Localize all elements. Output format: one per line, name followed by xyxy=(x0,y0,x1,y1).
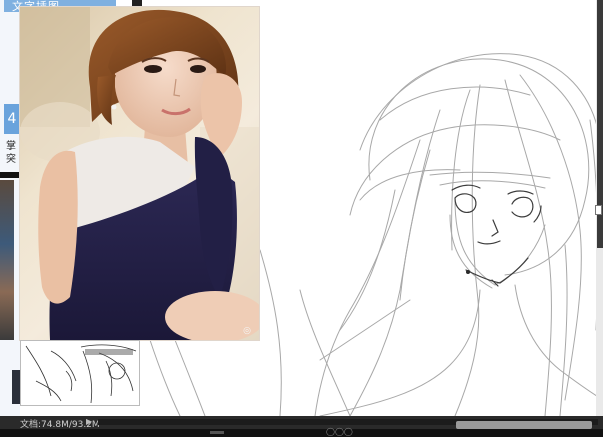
taskbar-strip: ◯◯◯ xyxy=(0,427,603,437)
manga-panel-drawing xyxy=(25,344,137,404)
horizontal-scroll-thumb[interactable] xyxy=(456,421,592,429)
drawing-canvas[interactable]: 文字插图 4 掌 突 xyxy=(0,0,603,416)
horizontal-scrollbar[interactable] xyxy=(98,419,598,429)
status-bar: 文档:74.8M/93.2M ▶ ▸ xyxy=(0,416,603,430)
manga-reference-panel xyxy=(20,340,140,406)
taskbar-text: ◯◯◯ xyxy=(326,427,353,436)
taskbar-marker xyxy=(210,431,224,434)
scroll-marker-icon xyxy=(595,205,602,215)
reference-photo[interactable]: ◎ xyxy=(20,7,259,340)
reference-dark-strip xyxy=(12,370,20,404)
status-menu-arrow-icon[interactable]: ▶ xyxy=(86,417,92,426)
app-window: 文字插图 4 掌 突 xyxy=(0,0,603,437)
photo-figure xyxy=(20,7,259,340)
vertical-scrollbar[interactable] xyxy=(595,0,603,416)
photo-watermark: ◎ xyxy=(243,326,251,336)
